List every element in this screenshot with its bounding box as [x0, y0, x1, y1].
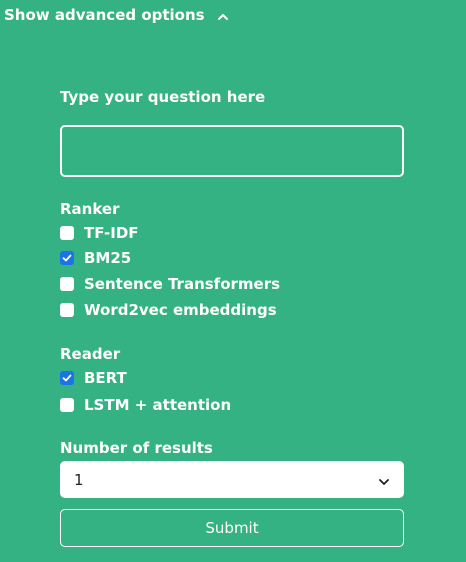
chevron-up-icon	[217, 9, 229, 21]
ranker-option-label: TF-IDF	[84, 224, 139, 242]
reader-option-bert[interactable]: BERT	[60, 368, 127, 388]
checkbox[interactable]	[60, 277, 74, 291]
reader-option-label: BERT	[84, 369, 127, 387]
question-label: Type your question here	[60, 88, 266, 106]
show-advanced-options-label: Show advanced options	[4, 6, 205, 24]
checkbox[interactable]	[60, 226, 74, 240]
ranker-option-word2vec[interactable]: Word2vec embeddings	[60, 300, 277, 320]
ranker-option-tfidf[interactable]: TF-IDF	[60, 223, 139, 243]
ranker-option-label: Word2vec embeddings	[84, 301, 277, 319]
reader-option-label: LSTM + attention	[84, 396, 232, 414]
ranker-option-bm25[interactable]: BM25	[60, 248, 131, 268]
checkmark-icon	[62, 374, 72, 382]
chevron-down-icon	[378, 474, 390, 486]
checkbox[interactable]	[60, 398, 74, 412]
question-input[interactable]	[60, 125, 404, 177]
number-of-results-select[interactable]: 1	[60, 461, 404, 498]
submit-button[interactable]: Submit	[60, 509, 404, 547]
selected-value: 1	[74, 470, 84, 489]
reader-option-lstm-attention[interactable]: LSTM + attention	[60, 395, 231, 415]
checkmark-icon	[62, 254, 72, 262]
show-advanced-options-toggle[interactable]: Show advanced options	[4, 6, 229, 24]
checkbox[interactable]	[60, 303, 74, 317]
ranker-label: Ranker	[60, 200, 120, 218]
reader-label: Reader	[60, 345, 121, 363]
number-of-results-label: Number of results	[60, 439, 213, 457]
ranker-option-label: BM25	[84, 249, 132, 267]
checkbox-checked[interactable]	[60, 251, 74, 265]
checkbox-checked[interactable]	[60, 371, 74, 385]
ranker-option-label: Sentence Transformers	[84, 275, 281, 293]
ranker-option-sentence-transformers[interactable]: Sentence Transformers	[60, 274, 280, 294]
